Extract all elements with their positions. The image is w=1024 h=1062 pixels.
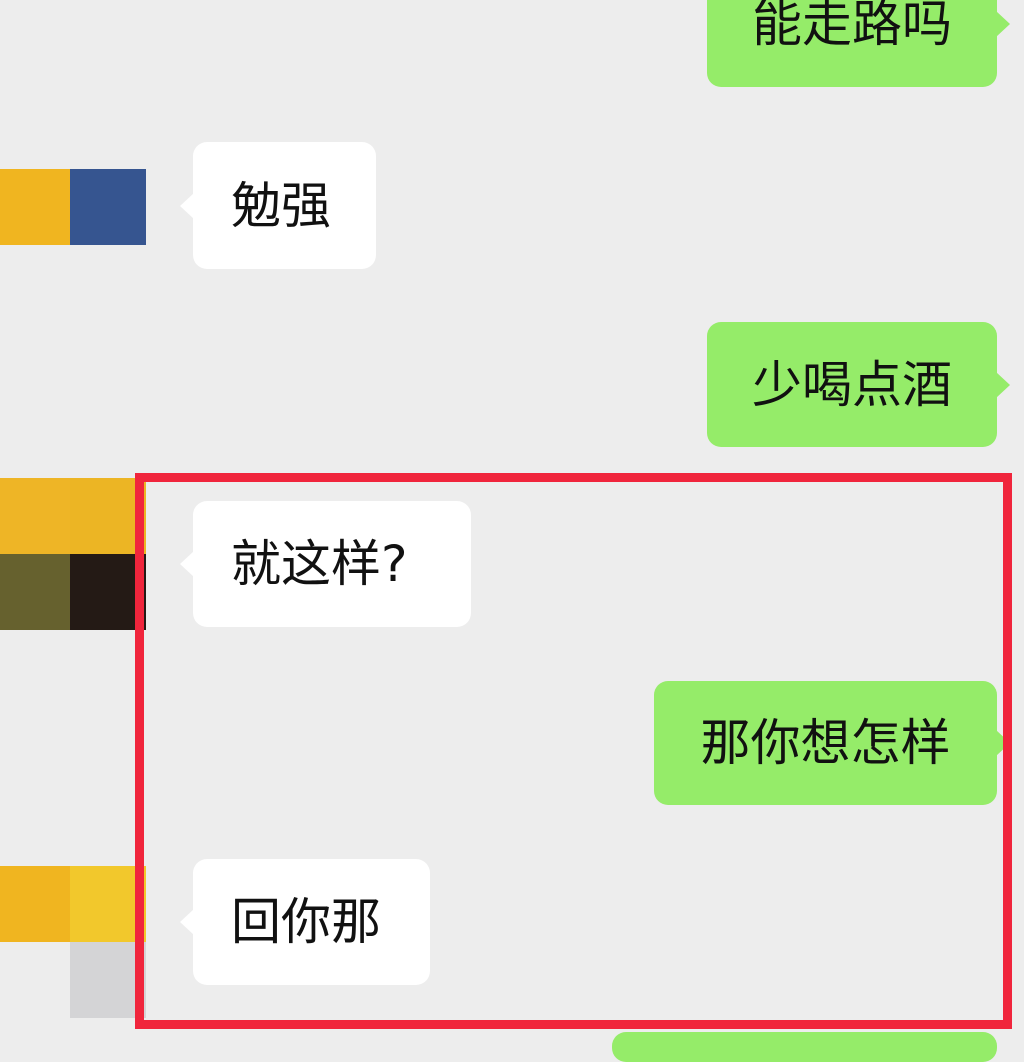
avatar-mosaic-pixel [70, 478, 146, 554]
avatar-mosaic-pixel [70, 554, 146, 630]
message-bubble-sent-partial [612, 1032, 997, 1062]
message-bubble-received[interactable]: 勉强 [180, 142, 376, 269]
message-bubble-received[interactable]: 就这样? [180, 501, 471, 627]
contact-avatar[interactable] [0, 169, 146, 245]
avatar-mosaic-pixel [0, 554, 70, 630]
avatar-mosaic-pixel [70, 942, 146, 1018]
avatar-mosaic-pixel [0, 866, 70, 942]
contact-avatar[interactable] [0, 478, 146, 630]
message-text: 少喝点酒 [752, 355, 952, 414]
message-bubble-sent[interactable]: 那你想怎样 [654, 681, 1010, 805]
message-text: 就这样? [231, 535, 408, 593]
avatar-mosaic-pixel [0, 942, 70, 1018]
message-bubble-sent[interactable]: 少喝点酒 [707, 322, 1010, 447]
avatar-mosaic-pixel [70, 169, 146, 245]
message-text: 勉强 [231, 176, 331, 235]
avatar-mosaic-pixel [0, 478, 70, 554]
contact-avatar[interactable] [0, 866, 146, 1018]
message-bubble-sent[interactable]: 能走路吗 [707, 0, 1010, 87]
avatar-mosaic-pixel [0, 169, 70, 245]
message-text: 那你想怎样 [700, 714, 951, 772]
message-text: 能走路吗 [752, 0, 952, 53]
message-bubble-received[interactable]: 回你那 [180, 859, 430, 985]
message-text: 回你那 [231, 893, 381, 951]
avatar-mosaic-pixel [70, 866, 146, 942]
